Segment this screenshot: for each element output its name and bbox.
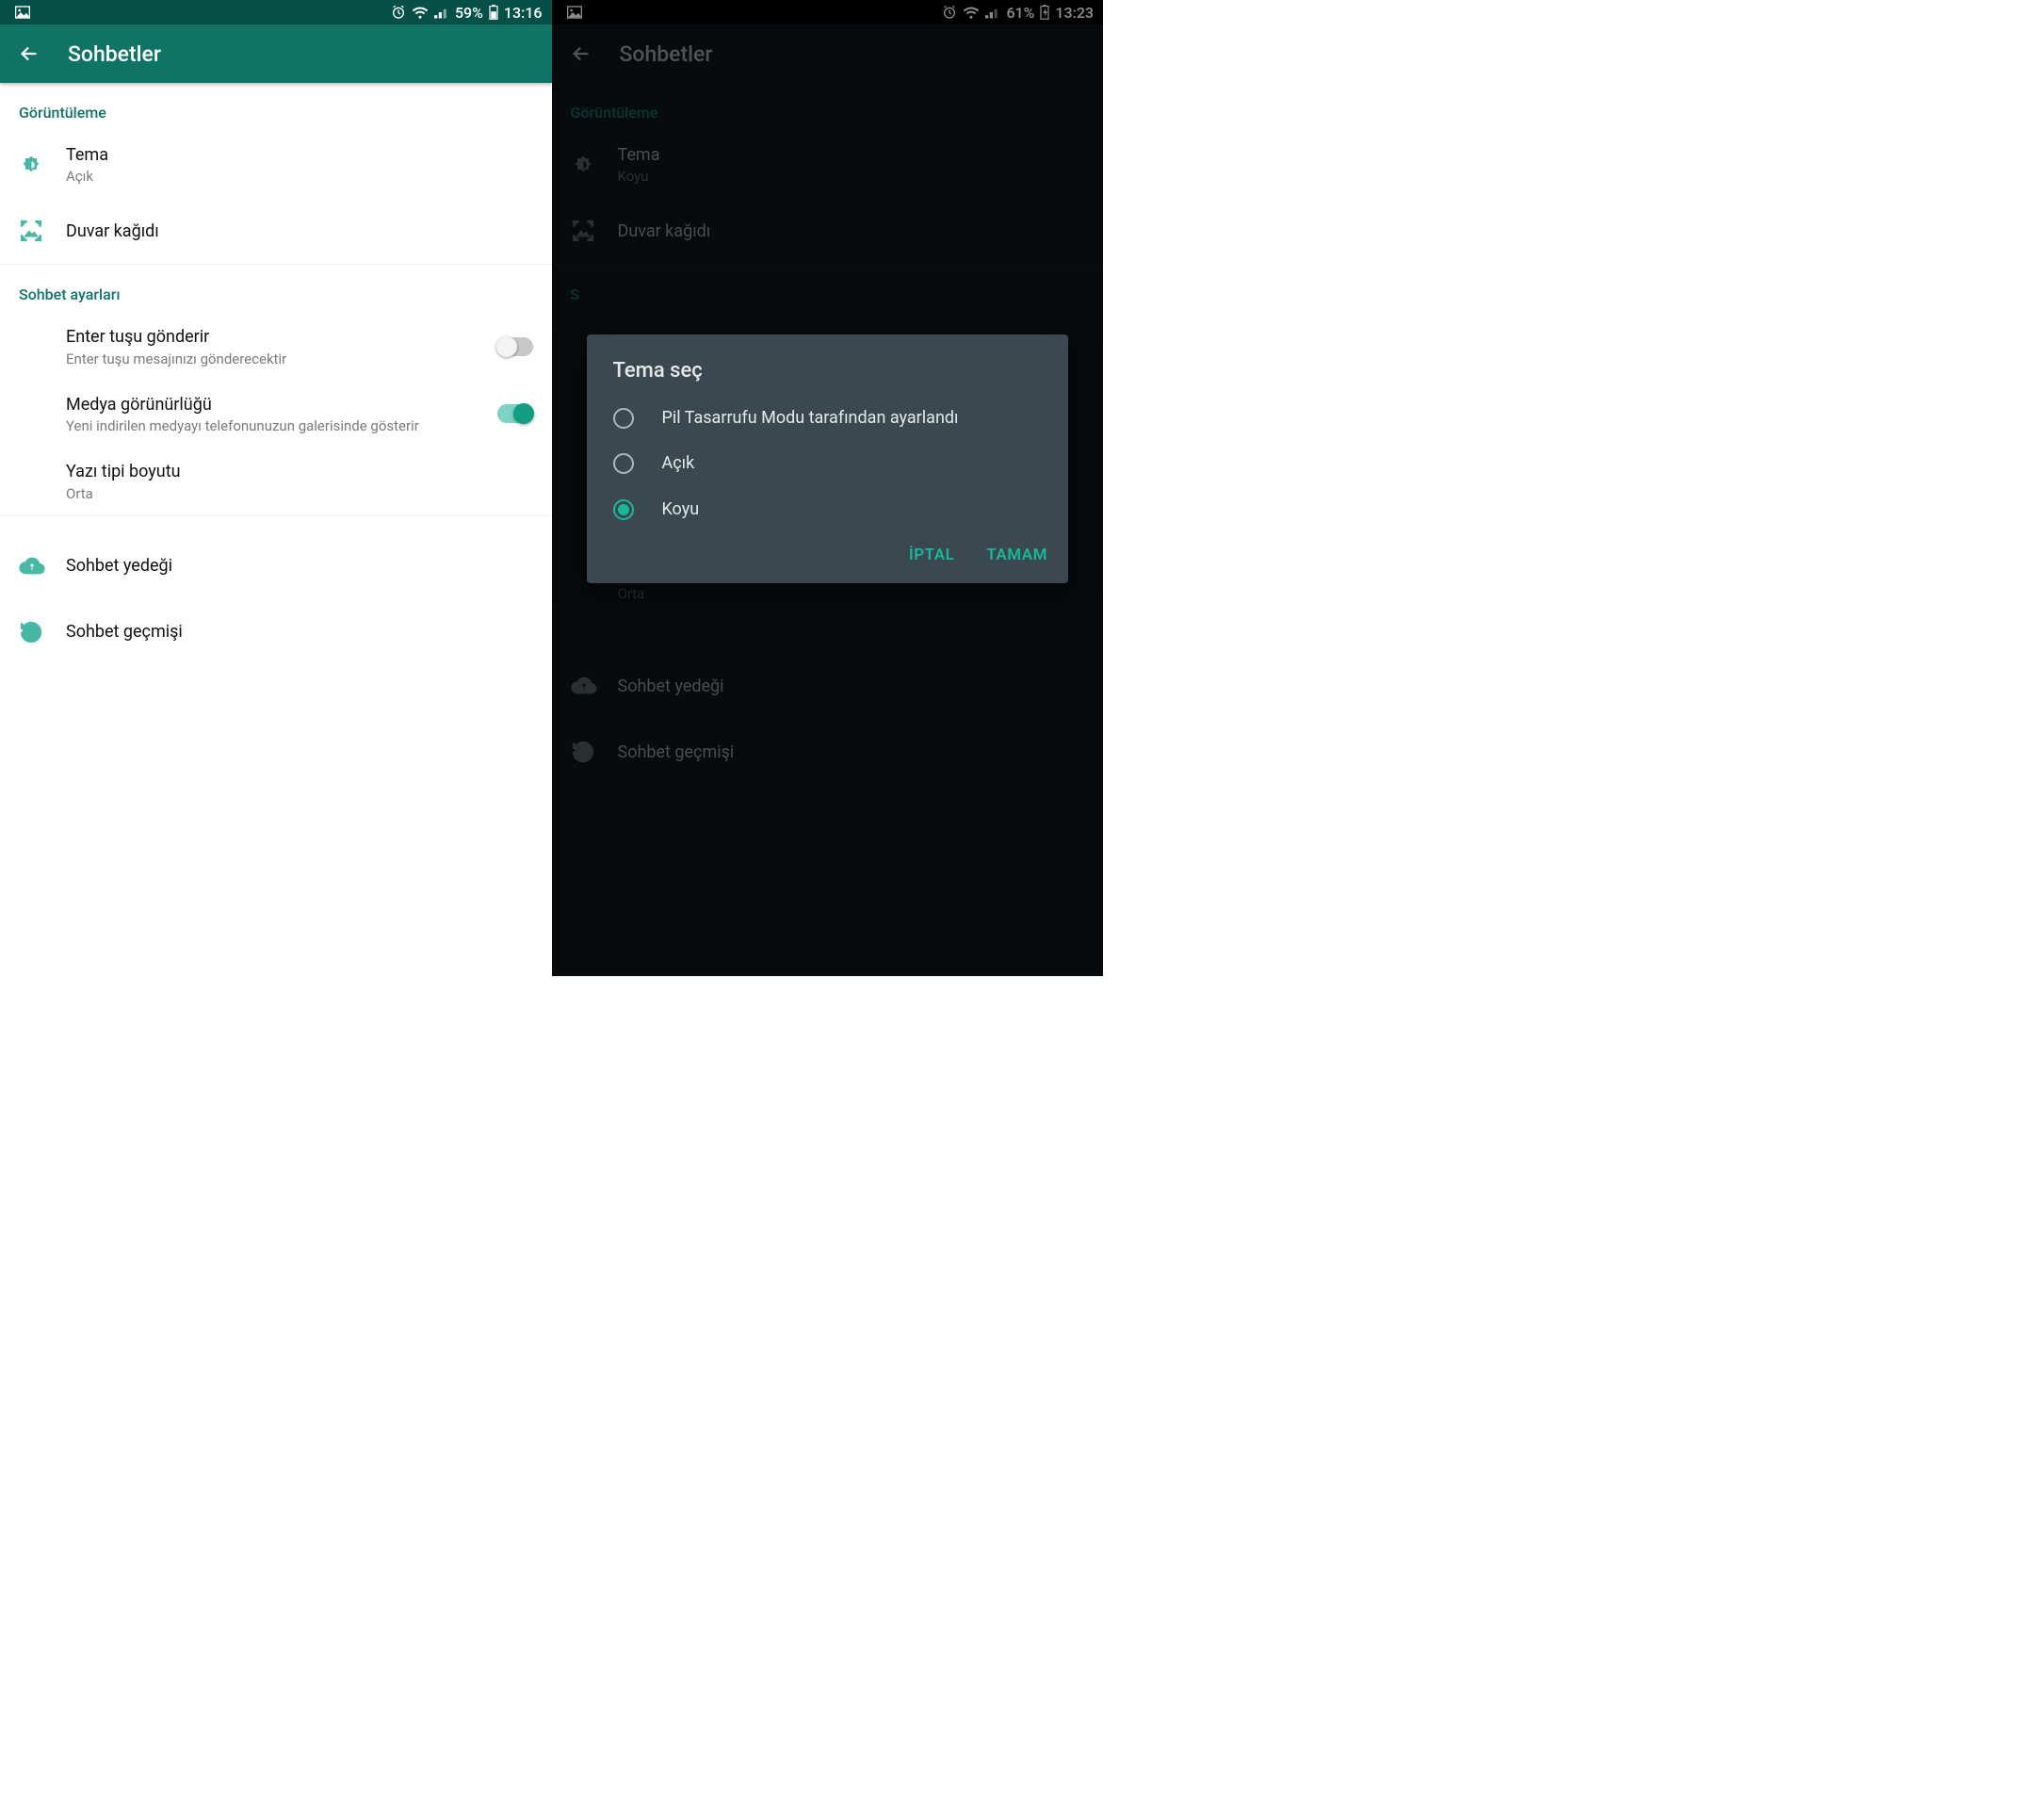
row-backup-title: Sohbet yedeği xyxy=(66,555,522,577)
wifi-icon xyxy=(412,6,429,19)
signal-icon xyxy=(434,6,449,19)
brightness-icon xyxy=(19,153,66,177)
switch-media[interactable] xyxy=(497,404,533,423)
app-bar: Sohbetler xyxy=(0,24,552,83)
row-wallpaper[interactable]: Duvar kağıdı xyxy=(0,198,552,264)
clock-time: 13:16 xyxy=(504,4,543,22)
switch-enter[interactable] xyxy=(497,337,533,356)
section-chat: Sohbet ayarları xyxy=(0,265,552,313)
history-icon xyxy=(19,620,66,644)
row-theme-title: Tema xyxy=(66,144,522,166)
radio-icon xyxy=(613,453,634,474)
cancel-button[interactable]: İPTAL xyxy=(909,546,954,564)
row-font-title: Yazı tipi boyutu xyxy=(66,461,522,482)
row-backup[interactable]: Sohbet yedeği xyxy=(0,533,552,599)
option-label: Açık xyxy=(662,452,695,475)
image-icon xyxy=(15,6,30,19)
row-font-size[interactable]: Yazı tipi boyutu Orta xyxy=(0,448,552,514)
page-title: Sohbetler xyxy=(68,41,161,67)
row-history-title: Sohbet geçmişi xyxy=(66,621,522,643)
cloud-upload-icon xyxy=(19,556,66,577)
battery-percent: 59% xyxy=(455,4,483,22)
screenshot-light: 59% 13:16 Sohbetler Görüntüleme Tema Açı… xyxy=(0,0,552,976)
row-font-value: Orta xyxy=(66,485,522,502)
row-media-visibility[interactable]: Medya görünürlüğü Yeni indirilen medyayı… xyxy=(0,381,552,448)
option-label: Pil Tasarrufu Modu tarafından ayarlandı xyxy=(662,407,959,430)
status-bar: 59% 13:16 xyxy=(0,0,552,24)
row-theme[interactable]: Tema Açık xyxy=(0,131,552,198)
option-light[interactable]: Açık xyxy=(587,441,1069,486)
row-enter-title: Enter tuşu gönderir xyxy=(66,326,486,348)
row-enter-send[interactable]: Enter tuşu gönderir Enter tuşu mesajınız… xyxy=(0,313,552,380)
option-dark[interactable]: Koyu xyxy=(587,487,1069,532)
row-wallpaper-title: Duvar kağıdı xyxy=(66,220,522,242)
theme-dialog: Tema seç Pil Tasarrufu Modu tarafından a… xyxy=(587,334,1069,583)
wallpaper-icon xyxy=(19,219,66,243)
alarm-icon xyxy=(391,5,406,20)
battery-icon xyxy=(489,5,498,20)
option-battery-saver[interactable]: Pil Tasarrufu Modu tarafından ayarlandı xyxy=(587,396,1069,441)
section-display: Görüntüleme xyxy=(0,83,552,131)
back-button[interactable] xyxy=(19,43,40,64)
screenshot-dark: 61% 13:23 Sohbetler Görüntüleme Tema Koy… xyxy=(552,0,1104,976)
dialog-actions: İPTAL TAMAM xyxy=(587,532,1069,574)
option-label: Koyu xyxy=(662,498,700,521)
row-history[interactable]: Sohbet geçmişi xyxy=(0,599,552,665)
row-enter-sub: Enter tuşu mesajınızı gönderecektir xyxy=(66,350,486,367)
radio-icon xyxy=(613,499,634,520)
row-theme-value: Açık xyxy=(66,168,522,185)
radio-icon xyxy=(613,408,634,429)
row-media-sub: Yeni indirilen medyayı telefonunuzun gal… xyxy=(66,417,486,434)
row-media-title: Medya görünürlüğü xyxy=(66,394,486,416)
ok-button[interactable]: TAMAM xyxy=(986,546,1047,564)
dialog-title: Tema seç xyxy=(587,359,1069,396)
